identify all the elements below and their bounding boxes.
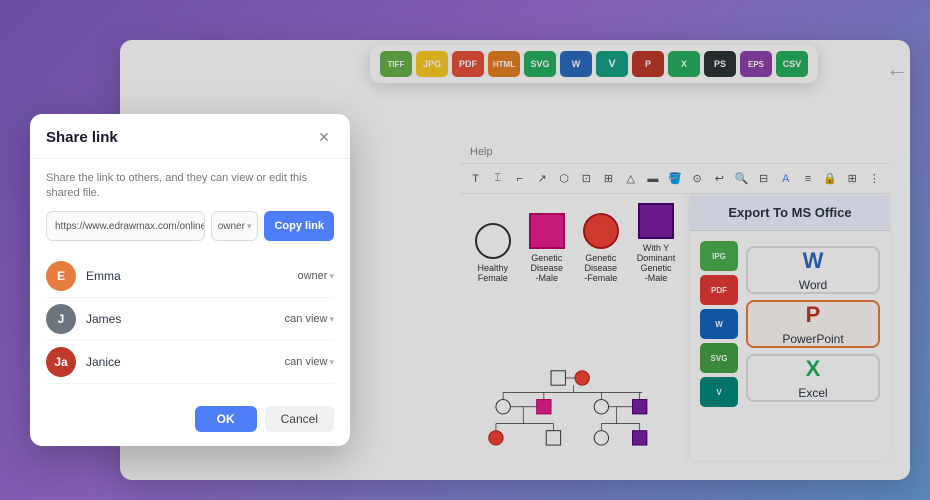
- link-url-display: https://www.edrawmax.com/online/fil: [46, 211, 205, 241]
- dialog-overlay: Share link ✕ Share the link to others, a…: [0, 0, 930, 500]
- link-role-select[interactable]: owner ▾: [211, 211, 259, 241]
- link-role-label: owner: [218, 221, 245, 232]
- user-name-emma: Emma: [86, 269, 298, 283]
- role-chevron-emma: ▾: [329, 271, 334, 282]
- ok-button[interactable]: OK: [195, 406, 257, 432]
- user-row-james: J James can view ▾: [46, 298, 334, 341]
- role-label-janice: can view: [285, 356, 328, 368]
- role-chevron-james: ▾: [329, 314, 334, 325]
- user-row-emma: E Emma owner ▾: [46, 255, 334, 298]
- dialog-header: Share link ✕: [30, 114, 350, 159]
- link-row: https://www.edrawmax.com/online/fil owne…: [46, 211, 334, 241]
- dialog-subtitle: Share the link to others, and they can v…: [46, 171, 334, 202]
- role-chevron-icon: ▾: [247, 221, 252, 232]
- user-role-james[interactable]: can view ▾: [285, 313, 334, 325]
- copy-link-button[interactable]: Copy link: [264, 211, 334, 241]
- avatar-janice: Ja: [46, 347, 76, 377]
- role-label-emma: owner: [298, 270, 328, 282]
- user-name-janice: Janice: [86, 355, 285, 369]
- share-link-dialog: Share link ✕ Share the link to others, a…: [30, 114, 350, 447]
- role-chevron-janice: ▾: [329, 357, 334, 368]
- user-role-emma[interactable]: owner ▾: [298, 270, 335, 282]
- user-row-janice: Ja Janice can view ▾: [46, 341, 334, 384]
- avatar-emma: E: [46, 261, 76, 291]
- dialog-footer: OK Cancel: [30, 396, 350, 446]
- user-name-james: James: [86, 312, 285, 326]
- cancel-button[interactable]: Cancel: [265, 406, 334, 432]
- avatar-james: J: [46, 304, 76, 334]
- dialog-title: Share link: [46, 129, 118, 146]
- dialog-body: Share the link to others, and they can v…: [30, 159, 350, 397]
- user-role-janice[interactable]: can view ▾: [285, 356, 334, 368]
- role-label-james: can view: [285, 313, 328, 325]
- dialog-close-button[interactable]: ✕: [314, 128, 334, 148]
